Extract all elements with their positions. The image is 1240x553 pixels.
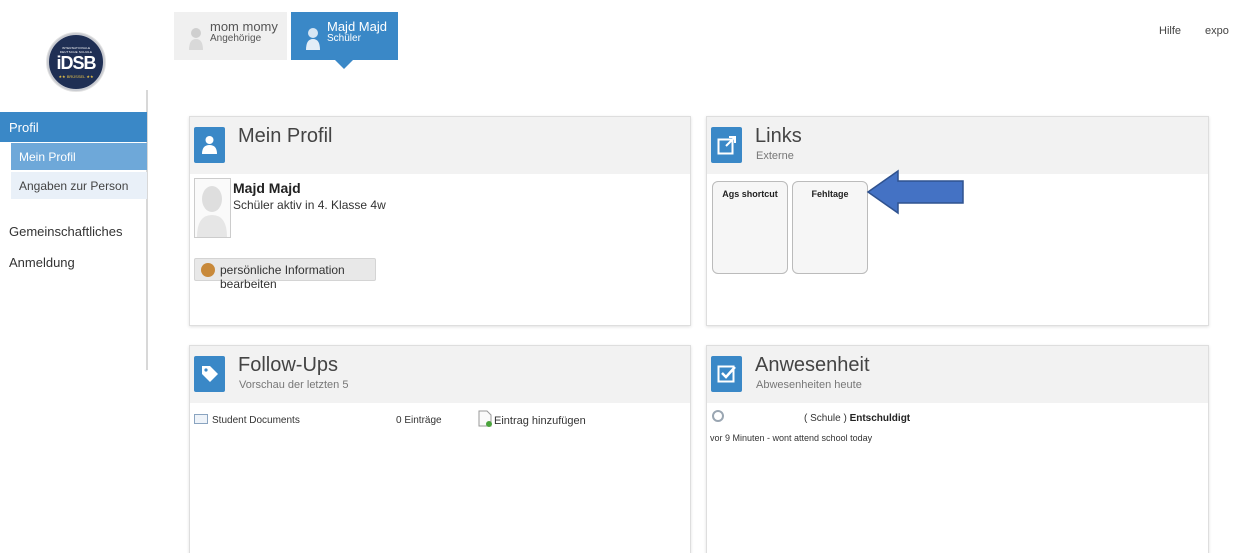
add-entry-link[interactable]: Eintrag hinzufügen — [494, 415, 586, 427]
panel-header: Anwesenheit Abwesenheiten heute — [707, 346, 1208, 403]
panel-title: Links — [755, 125, 802, 147]
panel-subtitle: Vorschau der letzten 5 — [239, 379, 349, 391]
edit-person-icon — [201, 263, 215, 277]
active-tab-pointer — [334, 59, 354, 69]
help-link[interactable]: Hilfe — [1159, 25, 1181, 37]
panel-header: Mein Profil — [190, 117, 690, 174]
user-avatar-icon — [189, 28, 203, 50]
panel-subtitle: Externe — [756, 150, 794, 162]
profile-status: Schüler aktiv in 4. Klasse 4w — [233, 198, 386, 212]
panel-subtitle: Abwesenheiten heute — [756, 379, 862, 391]
edit-personal-info-button[interactable]: persönliche Information bearbeiten — [194, 258, 376, 291]
sidebar-item-anmeldung[interactable]: Anmeldung — [9, 255, 75, 270]
external-link-icon — [711, 127, 742, 163]
user-icon — [194, 127, 225, 163]
logo-text: iDSB — [56, 53, 96, 73]
school-logo[interactable]: INTERNATIONALE DEUTSCHE SCHULE iDSB ★★ B… — [47, 33, 105, 91]
checkbox-icon — [711, 356, 742, 392]
export-link[interactable]: expo — [1205, 25, 1229, 37]
edit-personal-info-label: persönliche Information bearbeiten — [220, 263, 345, 291]
tab-user-name: mom momy — [210, 19, 278, 34]
links-panel: Links Externe Ags shortcut Fehltage — [706, 116, 1209, 326]
annotation-arrow-icon — [866, 169, 964, 215]
tab-user-role: Schüler — [327, 33, 361, 44]
panel-title: Anwesenheit — [755, 354, 870, 376]
document-list-icon — [194, 414, 208, 424]
panel-title: Mein Profil — [238, 125, 333, 147]
followups-panel: Follow-Ups Vorschau der letzten 5 Studen… — [189, 345, 691, 553]
tag-icon — [194, 356, 225, 392]
attendance-entry[interactable]: ( Schule ) Entschuldigt — [804, 413, 910, 424]
sidebar-item-mein-profil[interactable]: Mein Profil — [11, 143, 147, 170]
link-tile-ags-shortcut[interactable]: Ags shortcut — [712, 181, 788, 274]
panel-header: Follow-Ups Vorschau der letzten 5 — [190, 346, 690, 403]
attendance-panel: Anwesenheit Abwesenheiten heute ( Schule… — [706, 345, 1209, 553]
tab-user-mom-momy[interactable]: mom momy Angehörige — [174, 12, 287, 60]
profile-name: Majd Majd — [233, 180, 301, 196]
profile-photo[interactable] — [194, 178, 231, 238]
sidebar-item-angaben-zur-person[interactable]: Angaben zur Person — [11, 172, 147, 199]
clock-icon — [712, 410, 724, 422]
followup-category-label[interactable]: Student Documents — [212, 415, 300, 426]
panel-title: Follow-Ups — [238, 354, 339, 376]
logo-tagline: ★★ BRÜSSEL ★★ — [58, 74, 94, 79]
link-tile-fehltage[interactable]: Fehltage — [792, 181, 868, 274]
tab-user-name: Majd Majd — [327, 19, 387, 34]
add-entry-icon[interactable] — [478, 410, 492, 427]
sidebar-section-profil[interactable]: Profil — [0, 112, 147, 142]
followup-count: 0 Einträge — [396, 415, 442, 426]
panel-header: Links Externe — [707, 117, 1208, 174]
attendance-detail: vor 9 Minuten - wont attend school today — [710, 433, 873, 443]
tab-user-majd-majd[interactable]: Majd Majd Schüler — [291, 12, 398, 60]
profile-panel: Mein Profil Majd Majd Schüler aktiv in 4… — [189, 116, 691, 326]
attendance-status: Entschuldigt — [849, 413, 911, 424]
tab-user-role: Angehörige — [210, 33, 262, 44]
attendance-place: ( Schule ) — [804, 413, 847, 424]
user-avatar-icon — [306, 28, 320, 50]
sidebar-item-gemeinschaftliches[interactable]: Gemeinschaftliches — [9, 224, 122, 239]
avatar-placeholder-icon — [197, 186, 227, 237]
